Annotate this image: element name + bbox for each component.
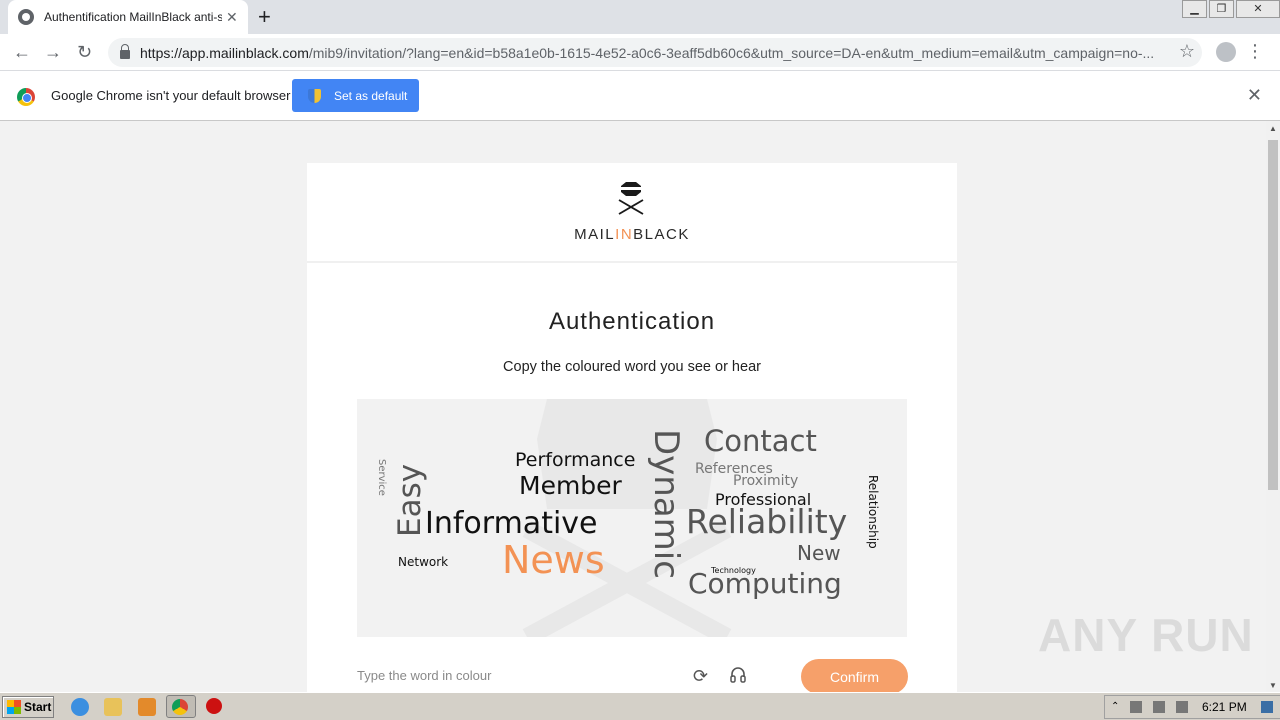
page-title: Authentication — [548, 308, 716, 335]
logo-header: MAILINBLACK — [307, 163, 957, 263]
minimize-button[interactable]: ▁ — [1182, 0, 1207, 18]
brand-part-1: MAIL — [574, 226, 616, 243]
url-text[interactable]: https://app.mailinblack.com/mib9/invitat… — [140, 45, 1160, 61]
restore-button[interactable]: ❐ — [1209, 0, 1234, 18]
refresh-captcha-icon[interactable]: ⟳ — [693, 666, 708, 687]
set-as-default-button[interactable]: Set as default — [292, 79, 419, 112]
show-desktop-icon[interactable] — [1261, 701, 1273, 713]
start-button[interactable]: Start — [2, 696, 54, 718]
browser-tab[interactable]: Authentification MailInBlack anti-spam ✕ — [8, 0, 248, 34]
anyrun-watermark: ANY RUN — [1038, 609, 1254, 661]
new-tab-button[interactable]: + — [258, 5, 271, 29]
headphones-audio-icon[interactable] — [729, 666, 747, 684]
start-label: Start — [24, 700, 52, 714]
lock-icon[interactable] — [120, 44, 130, 59]
set-as-default-label: Set as default — [334, 88, 408, 103]
media-player-icon[interactable] — [138, 698, 156, 716]
url-path: /mib9/invitation/?lang=en&id=b58a1e0b-16… — [308, 44, 1155, 61]
captcha-word: Informative — [425, 506, 598, 541]
taskbar-clock[interactable]: 6:21 PM — [1202, 700, 1247, 714]
scroll-down-arrow-icon[interactable]: ▼ — [1269, 681, 1277, 690]
captcha-word: Reliability — [686, 502, 848, 541]
back-icon[interactable]: ← — [13, 42, 31, 63]
auth-card: MAILINBLACK Authentication Copy the colo… — [307, 163, 957, 692]
captcha-image: Contact Performance Member References Pr… — [357, 399, 907, 637]
tab-strip: Authentification MailInBlack anti-spam ✕… — [0, 0, 1280, 34]
opera-icon[interactable] — [206, 698, 222, 714]
scrollbar-thumb[interactable] — [1268, 140, 1278, 490]
close-tab-icon[interactable]: ✕ — [226, 9, 238, 26]
captcha-word: Performance — [515, 449, 636, 471]
chrome-logo-icon — [17, 88, 35, 106]
default-browser-infobar: Google Chrome isn't your default browser… — [0, 71, 1280, 121]
captcha-word: Member — [519, 471, 622, 500]
infobar-message: Google Chrome isn't your default browser — [51, 88, 291, 103]
tab-title: Authentification MailInBlack anti-spam — [44, 10, 222, 24]
captcha-word-colored: News — [502, 538, 605, 582]
windows-taskbar: Start ⌃ 6:21 PM — [0, 692, 1280, 720]
page-scrollbar[interactable]: ▲ ▼ — [1266, 121, 1280, 692]
profile-avatar-icon[interactable] — [1216, 42, 1236, 62]
windows-flag-icon — [7, 700, 21, 714]
captcha-word: Relationship — [866, 475, 880, 549]
answer-row: ⟳ Confirm — [357, 659, 908, 692]
page-viewport: MAILINBLACK Authentication Copy the colo… — [0, 121, 1266, 692]
captcha-word: Dynamic — [646, 429, 686, 579]
tray-expand-icon[interactable]: ⌃ — [1111, 701, 1123, 713]
captcha-word: Easy — [392, 463, 428, 537]
confirm-button[interactable]: Confirm — [801, 659, 908, 692]
reload-icon[interactable]: ↻ — [77, 42, 92, 63]
shield-icon — [308, 88, 321, 103]
captcha-word: New — [797, 541, 841, 565]
file-explorer-icon[interactable] — [104, 698, 122, 716]
captcha-word: Service — [376, 459, 387, 496]
globe-icon — [18, 9, 34, 25]
captcha-word: Network — [398, 555, 449, 569]
brand-accent: IN — [615, 226, 634, 243]
volume-icon[interactable] — [1130, 701, 1142, 713]
action-center-flag-icon[interactable] — [1176, 701, 1188, 713]
url-host: https://app.mailinblack.com — [140, 44, 309, 61]
forward-icon[interactable]: → — [44, 42, 62, 63]
chrome-taskbar-icon — [172, 699, 188, 715]
captcha-word: Proximity — [733, 473, 799, 489]
scroll-up-arrow-icon[interactable]: ▲ — [1269, 124, 1277, 133]
menu-dots-icon[interactable]: ⋮ — [1246, 41, 1264, 62]
captcha-word: Computing — [688, 567, 842, 600]
browser-toolbar: ← → ↻ https://app.mailinblack.com/mib9/i… — [0, 34, 1280, 71]
ninja-logo-icon — [618, 182, 644, 215]
instruction-text: Copy the coloured word you see or hear — [503, 359, 761, 375]
network-icon[interactable] — [1153, 701, 1165, 713]
close-infobar-icon[interactable]: ✕ — [1247, 85, 1262, 106]
captcha-word: Contact — [704, 424, 817, 458]
brand-part-2: BLACK — [633, 226, 690, 243]
brand-wordmark: MAILINBLACK — [307, 226, 957, 243]
window-controls: ▁ ❐ ✕ — [1180, 0, 1280, 18]
close-window-button[interactable]: ✕ — [1236, 0, 1280, 18]
internet-explorer-icon[interactable] — [71, 698, 89, 716]
bookmark-star-icon[interactable]: ☆ — [1179, 41, 1195, 62]
system-tray: ⌃ 6:21 PM — [1104, 695, 1280, 719]
address-bar[interactable]: https://app.mailinblack.com/mib9/invitat… — [108, 38, 1202, 67]
